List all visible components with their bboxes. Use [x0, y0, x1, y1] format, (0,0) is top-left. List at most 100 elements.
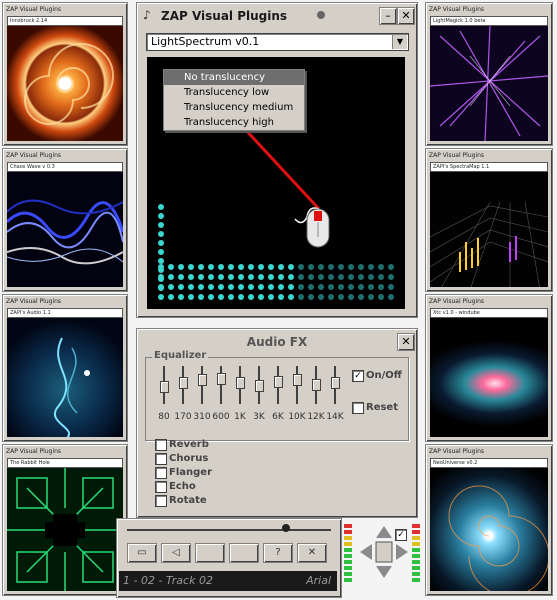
spectrum-dot	[268, 264, 274, 270]
plugin-select[interactable]: LightSpectrum v0.1 ▼	[146, 33, 409, 51]
spectrum-dot	[158, 267, 164, 273]
spectrum-dot	[358, 284, 364, 290]
eq-slider-knob[interactable]	[217, 373, 226, 385]
eq-band-label: 6K	[272, 412, 284, 422]
spectrum-dot	[258, 264, 264, 270]
spectrum-dot	[228, 294, 234, 300]
spectrum-dot	[278, 284, 284, 290]
plugin-select[interactable]: ZAPI's SpectraMap 1.1	[430, 162, 548, 172]
close-button[interactable]: ✕	[397, 333, 415, 351]
vu-segment	[412, 566, 420, 570]
reverb-checkbox[interactable]	[155, 439, 167, 451]
spectrum-dot	[368, 264, 374, 270]
spectrum-dot	[218, 294, 224, 300]
app-logo-icon: ♪	[143, 8, 151, 22]
menu-item-translucency-medium[interactable]: Translucency medium	[164, 100, 304, 115]
stop-button[interactable]: ✕	[297, 543, 327, 563]
spectrum-dot	[378, 274, 384, 280]
eq-slider-knob[interactable]	[255, 380, 264, 392]
plugin-select[interactable]: The Rabbit Hole	[7, 458, 123, 468]
spectrum-dot	[198, 264, 204, 270]
left-arrow-icon[interactable]	[360, 544, 372, 560]
menu-item-no-translucency[interactable]: No translucency	[164, 70, 304, 85]
plugin-window-2: ZAP Visual Plugins Chaos Wave v 0.3	[2, 148, 128, 292]
spectrum-dot	[338, 264, 344, 270]
window-title: ZAP Visual Plugins	[161, 9, 288, 23]
close-button[interactable]: ✕	[397, 7, 415, 25]
up-arrow-icon[interactable]	[376, 526, 392, 538]
spectrum-dot	[178, 294, 184, 300]
window-title: ZAP Visual Plugins	[429, 152, 485, 159]
visualization	[7, 318, 123, 437]
main-plugin-window: ♪ ZAP Visual Plugins – ✕ LightSpectrum v…	[136, 2, 418, 318]
spectrum-dot	[168, 284, 174, 290]
chorus-checkbox[interactable]	[155, 453, 167, 465]
spectrum-dot	[308, 294, 314, 300]
blank-button-1[interactable]	[195, 543, 225, 563]
spectrum-dot	[318, 264, 324, 270]
down-arrow-icon[interactable]	[376, 566, 392, 578]
plugin-select[interactable]: ZAPI's Audio 1.1	[7, 308, 123, 318]
plugin-select[interactable]: NeoUniverse v0.2	[430, 458, 548, 468]
plugin-select-value: LightSpectrum v0.1	[151, 35, 260, 48]
rotate-checkbox[interactable]	[155, 495, 167, 507]
spectrum-dot	[268, 294, 274, 300]
mute-button[interactable]: ◁	[161, 543, 191, 563]
menu-item-translucency-high[interactable]: Translucency high	[164, 115, 304, 130]
rotate-label: Rotate	[169, 495, 207, 506]
spectrum-dot	[288, 294, 294, 300]
plugin-select[interactable]: LightMagick 1.0 beta	[430, 16, 548, 26]
spectrum-dot	[208, 284, 214, 290]
window-title: ZAP Visual Plugins	[429, 6, 485, 13]
eq-slider-track[interactable]	[220, 366, 222, 404]
help-button[interactable]: ?	[263, 543, 293, 563]
onoff-checkbox[interactable]: ✓	[352, 370, 364, 382]
eq-slider-knob[interactable]	[179, 377, 188, 390]
vu-segment	[344, 524, 352, 528]
reset-checkbox[interactable]	[352, 402, 364, 414]
spectrum-dot	[368, 294, 374, 300]
eq-slider-knob[interactable]	[312, 378, 321, 391]
eq-slider-knob[interactable]	[293, 374, 302, 387]
flanger-label: Flanger	[169, 467, 212, 478]
mode-checkbox[interactable]: ✓	[395, 529, 407, 541]
blank-button-2[interactable]	[229, 543, 259, 563]
visualization	[7, 468, 123, 591]
spectrum-dot	[168, 294, 174, 300]
plugin-window-1: ZAP Visual Plugins Innsbruck 2.14	[2, 2, 128, 146]
window-title: ZAP Visual Plugins	[429, 298, 485, 305]
spectrum-dot	[158, 294, 164, 300]
spectrum-dot	[218, 284, 224, 290]
eq-slider-knob[interactable]	[274, 375, 283, 388]
plugin-select[interactable]: Innsbruck 2.14	[7, 16, 123, 26]
echo-checkbox[interactable]	[155, 481, 167, 493]
menu-item-translucency-low[interactable]: Translucency low	[164, 85, 304, 100]
open-button[interactable]: ▭	[127, 543, 157, 563]
speaker-icon: ◁	[172, 547, 180, 558]
right-arrow-icon[interactable]	[396, 544, 408, 560]
eq-slider-knob[interactable]	[160, 381, 169, 394]
spectrum-dot	[278, 274, 284, 280]
spectrum-dot	[288, 274, 294, 280]
center-button[interactable]	[375, 541, 393, 563]
eq-band-label: 600	[212, 412, 230, 422]
vu-segment	[412, 572, 420, 576]
vu-segment	[344, 542, 352, 546]
minimize-button[interactable]: –	[379, 7, 397, 25]
record-icon[interactable]	[317, 11, 325, 19]
plugin-select[interactable]: Chaos Wave v 0.3	[7, 162, 123, 172]
window-title: ZAP Visual Plugins	[6, 152, 62, 159]
position-track[interactable]	[127, 529, 331, 531]
plugin-select[interactable]: Xtc v1.0 - windube	[430, 308, 548, 318]
vu-segment	[412, 548, 420, 552]
spectrum-dot	[348, 274, 354, 280]
chevron-down-icon[interactable]: ▼	[392, 35, 407, 49]
eq-slider-knob[interactable]	[331, 377, 340, 390]
spectrum-dot	[218, 274, 224, 280]
eq-slider-knob[interactable]	[236, 377, 245, 390]
eq-slider-knob[interactable]	[198, 374, 207, 387]
flanger-checkbox[interactable]	[155, 467, 167, 479]
spectrum-dot	[268, 284, 274, 290]
visualization	[7, 172, 123, 287]
vu-segment	[412, 560, 420, 564]
